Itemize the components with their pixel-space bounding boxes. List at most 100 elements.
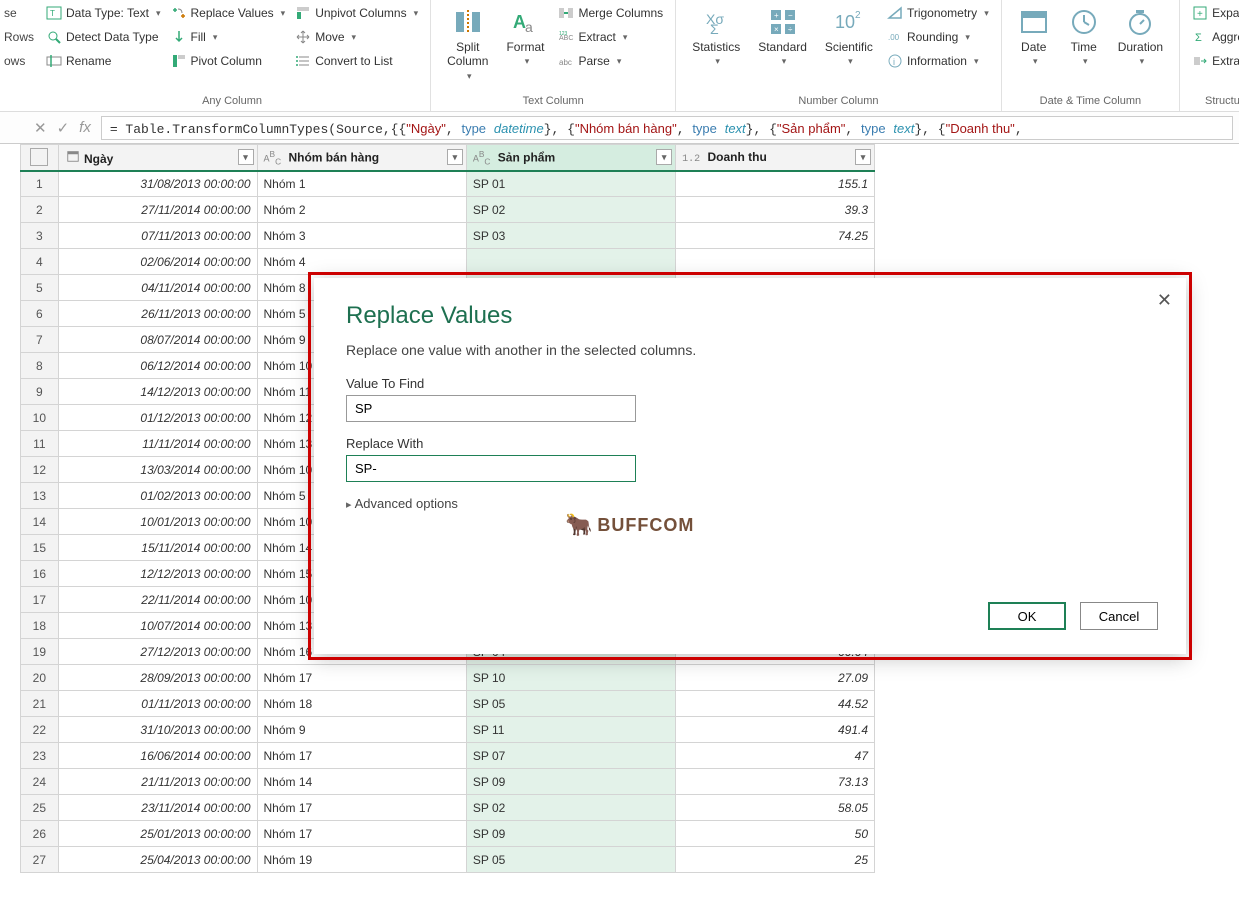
row-number[interactable]: 10: [21, 405, 59, 431]
filter-icon[interactable]: ▾: [855, 149, 871, 165]
table-row[interactable]: 402/06/2014 00:00:00Nhóm 4: [21, 249, 875, 275]
cell-revenue[interactable]: 27.09: [676, 665, 875, 691]
row-number[interactable]: 20: [21, 665, 59, 691]
table-row[interactable]: 2725/04/2013 00:00:00Nhóm 19SP 0525: [21, 847, 875, 873]
advanced-options-toggle[interactable]: Advanced options: [346, 496, 1154, 511]
extract-button[interactable]: ABC123 Extract: [556, 28, 665, 46]
cell-product[interactable]: SP 03: [466, 223, 675, 249]
date-button[interactable]: Date: [1012, 4, 1056, 69]
information-button[interactable]: i Information: [885, 52, 991, 70]
row-number[interactable]: 14: [21, 509, 59, 535]
row-number[interactable]: 24: [21, 769, 59, 795]
cell-product[interactable]: SP 07: [466, 743, 675, 769]
accept-formula-icon[interactable]: ✓: [57, 119, 70, 137]
cell-revenue[interactable]: 47: [676, 743, 875, 769]
row-number[interactable]: 8: [21, 353, 59, 379]
standard-button[interactable]: +−×÷ Standard: [752, 4, 813, 70]
cell-date[interactable]: 07/11/2013 00:00:00: [58, 223, 257, 249]
filter-icon[interactable]: ▾: [447, 149, 463, 165]
row-number[interactable]: 5: [21, 275, 59, 301]
extract-values-button[interactable]: Extract: [1190, 52, 1239, 70]
table-row[interactable]: 307/11/2013 00:00:00Nhóm 3SP 0374.25: [21, 223, 875, 249]
table-row[interactable]: 2523/11/2014 00:00:00Nhóm 17SP 0258.05: [21, 795, 875, 821]
cell-revenue[interactable]: [676, 249, 875, 275]
duration-button[interactable]: Duration: [1112, 4, 1169, 69]
convert-list-button[interactable]: Convert to List: [293, 52, 420, 70]
cell-date[interactable]: 25/01/2013 00:00:00: [58, 821, 257, 847]
formula-input[interactable]: = Table.TransformColumnTypes(Source,{{"N…: [101, 116, 1233, 140]
expand-button[interactable]: + Expand: [1190, 4, 1239, 22]
cell-date[interactable]: 10/07/2014 00:00:00: [58, 613, 257, 639]
cell-date[interactable]: 01/02/2013 00:00:00: [58, 483, 257, 509]
table-row[interactable]: 2421/11/2013 00:00:00Nhóm 14SP 0973.13: [21, 769, 875, 795]
cell-date[interactable]: 01/11/2013 00:00:00: [58, 691, 257, 717]
row-number[interactable]: 12: [21, 457, 59, 483]
fill-button[interactable]: Fill: [169, 28, 288, 46]
row-number[interactable]: 18: [21, 613, 59, 639]
cell-group[interactable]: Nhóm 17: [257, 665, 466, 691]
row-number[interactable]: 27: [21, 847, 59, 873]
table-row[interactable]: 227/11/2014 00:00:00Nhóm 2SP 0239.3: [21, 197, 875, 223]
cell-product[interactable]: SP 02: [466, 197, 675, 223]
scientific-button[interactable]: 102 Scientific: [819, 4, 879, 70]
aggregate-button[interactable]: Σ Aggreg: [1190, 28, 1239, 46]
cell-product[interactable]: SP 10: [466, 665, 675, 691]
unpivot-button[interactable]: Unpivot Columns: [293, 4, 420, 22]
row-number[interactable]: 15: [21, 535, 59, 561]
row-number[interactable]: 26: [21, 821, 59, 847]
move-button[interactable]: Move: [293, 28, 420, 46]
cell-product[interactable]: SP 02: [466, 795, 675, 821]
cell-revenue[interactable]: 39.3: [676, 197, 875, 223]
cell-group[interactable]: Nhóm 19: [257, 847, 466, 873]
cell-date[interactable]: 04/11/2014 00:00:00: [58, 275, 257, 301]
cell-revenue[interactable]: 73.13: [676, 769, 875, 795]
time-button[interactable]: Time: [1062, 4, 1106, 69]
statistics-button[interactable]: ΧσΣ Statistics: [686, 4, 746, 70]
cell-date[interactable]: 16/06/2014 00:00:00: [58, 743, 257, 769]
cell-date[interactable]: 25/04/2013 00:00:00: [58, 847, 257, 873]
cell-date[interactable]: 26/11/2013 00:00:00: [58, 301, 257, 327]
row-number[interactable]: 6: [21, 301, 59, 327]
row-number[interactable]: 7: [21, 327, 59, 353]
cell-date[interactable]: 31/08/2013 00:00:00: [58, 171, 257, 197]
replace-with-input[interactable]: [346, 455, 636, 482]
trig-button[interactable]: Trigonometry: [885, 4, 991, 22]
parse-button[interactable]: abc Parse: [556, 52, 665, 70]
table-row[interactable]: 2028/09/2013 00:00:00Nhóm 17SP 1027.09: [21, 665, 875, 691]
row-number[interactable]: 21: [21, 691, 59, 717]
cell-product[interactable]: SP 11: [466, 717, 675, 743]
cell-date[interactable]: 28/09/2013 00:00:00: [58, 665, 257, 691]
cell-date[interactable]: 27/11/2014 00:00:00: [58, 197, 257, 223]
table-row[interactable]: 2101/11/2013 00:00:00Nhóm 18SP 0544.52: [21, 691, 875, 717]
column-header-revenue[interactable]: 1.2 Doanh thu ▾: [676, 145, 875, 171]
rounding-button[interactable]: .00 Rounding: [885, 28, 991, 46]
column-header-product[interactable]: ABC Sản phẩm ▾: [466, 145, 675, 171]
replace-values-button[interactable]: Replace Values: [169, 4, 288, 22]
cell-product[interactable]: SP 05: [466, 691, 675, 717]
cell-revenue[interactable]: 44.52: [676, 691, 875, 717]
cell-date[interactable]: 01/12/2013 00:00:00: [58, 405, 257, 431]
cell-product[interactable]: [466, 249, 675, 275]
table-row[interactable]: 131/08/2013 00:00:00Nhóm 1SP 01155.1: [21, 171, 875, 197]
column-header-date[interactable]: Ngày ▾: [58, 145, 257, 171]
fx-icon[interactable]: fx: [79, 119, 91, 136]
column-header-group[interactable]: ABC Nhóm bán hàng ▾: [257, 145, 466, 171]
cell-group[interactable]: Nhóm 17: [257, 795, 466, 821]
cell-group[interactable]: Nhóm 1: [257, 171, 466, 197]
row-number[interactable]: 17: [21, 587, 59, 613]
cell-group[interactable]: Nhóm 3: [257, 223, 466, 249]
cell-date[interactable]: 21/11/2013 00:00:00: [58, 769, 257, 795]
corner-cell[interactable]: [21, 145, 59, 171]
cell-revenue[interactable]: 58.05: [676, 795, 875, 821]
cell-product[interactable]: SP 09: [466, 821, 675, 847]
cell-date[interactable]: 14/12/2013 00:00:00: [58, 379, 257, 405]
cell-group[interactable]: Nhóm 4: [257, 249, 466, 275]
value-to-find-input[interactable]: [346, 395, 636, 422]
cell-revenue[interactable]: 491.4: [676, 717, 875, 743]
format-button[interactable]: Aa Format: [500, 4, 550, 84]
cell-group[interactable]: Nhóm 9: [257, 717, 466, 743]
cell-product[interactable]: SP 09: [466, 769, 675, 795]
row-number[interactable]: 22: [21, 717, 59, 743]
cell-date[interactable]: 10/01/2013 00:00:00: [58, 509, 257, 535]
pivot-button[interactable]: Pivot Column: [169, 52, 288, 70]
